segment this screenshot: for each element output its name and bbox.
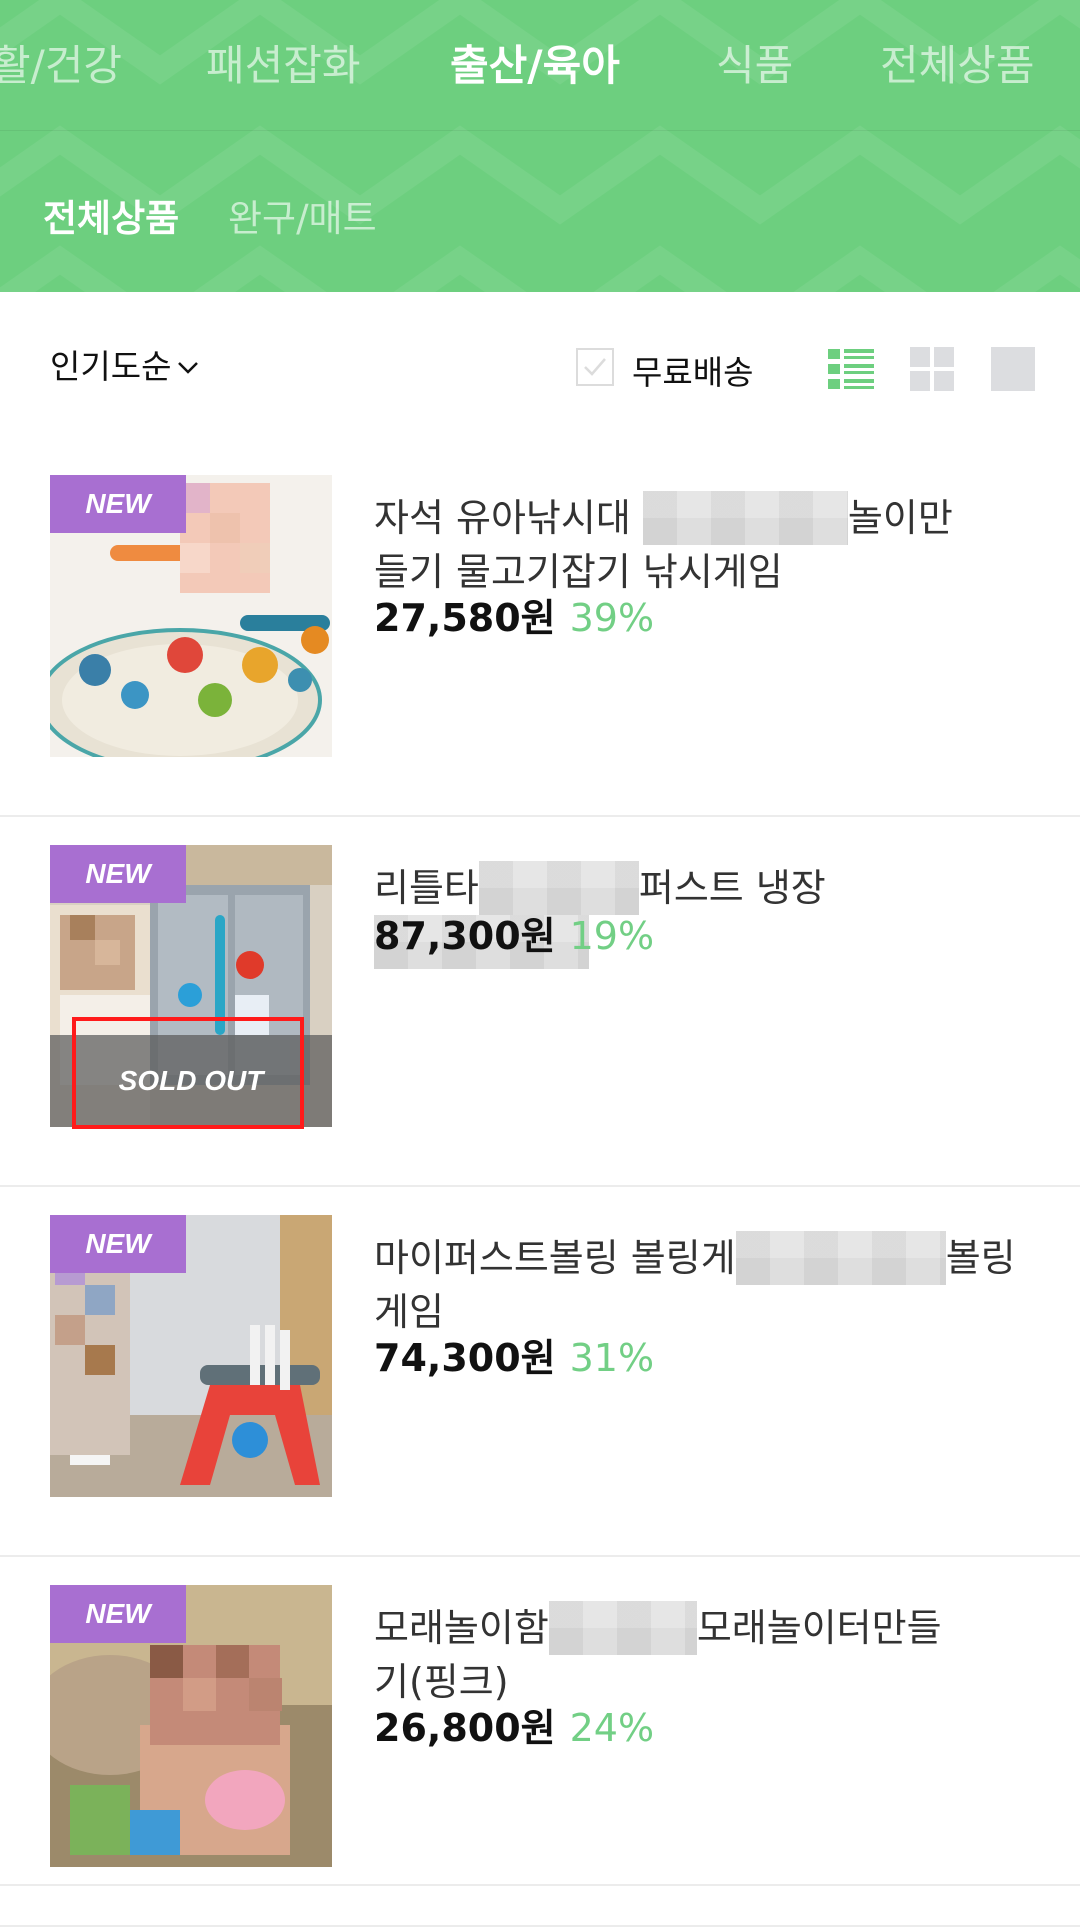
tab-all-products[interactable]: 전체상품 (880, 32, 1035, 93)
product-price: 26,800원 (374, 1706, 556, 1750)
tab-health[interactable]: 활/건강 (0, 32, 122, 93)
product-title-part: 리틀타 (374, 866, 479, 910)
redacted-text (548, 1601, 697, 1655)
product-title-part: 퍼스트 냉장 (638, 866, 826, 910)
new-badge: NEW (50, 845, 186, 903)
product-title[interactable]: 자석 유아낚시대 놀이만 들기 물고기잡기 낚시게임 (374, 491, 1024, 599)
product-price-row: 27,580원 39% (374, 587, 654, 642)
product-discount: 19% (569, 914, 655, 958)
product-title-part: 마이퍼스트볼링 볼링게 (374, 1236, 736, 1280)
product-price-row: 74,300원 31% (374, 1327, 654, 1382)
product-item[interactable]: NEW SOLD OUT 리틀타 퍼스트 냉장 87,300원 19% (0, 817, 1080, 1187)
product-item[interactable]: NEW 자석 유아낚시대 놀이만 들기 물고기잡기 낚시게임 27,580원 39… (0, 447, 1080, 817)
tab-baby[interactable]: 출산/육아 (450, 32, 620, 93)
product-image[interactable]: NEW (50, 475, 332, 757)
new-badge: NEW (50, 1585, 186, 1643)
product-image[interactable]: NEW (50, 1585, 332, 1867)
product-title[interactable]: 모래놀이함 모래놀이터만들 기(핑크) (374, 1601, 1024, 1709)
subtab-toys-mats[interactable]: 완구/매트 (228, 188, 377, 242)
sort-label: 인기도순 (50, 347, 172, 386)
sold-out-overlay: SOLD OUT (50, 1035, 332, 1127)
product-image[interactable]: NEW SOLD OUT (50, 845, 332, 1127)
sub-category-tabs: 전체상품 완구/매트 (0, 130, 1080, 292)
product-price: 27,580원 (374, 596, 556, 640)
product-title[interactable]: 마이퍼스트볼링 볼링게 볼링 게임 (374, 1231, 1024, 1339)
check-icon (584, 358, 606, 376)
product-price: 87,300원 (374, 914, 556, 958)
product-discount: 39% (569, 596, 655, 640)
product-title-part: 자석 유아낚시대 (374, 496, 631, 540)
chevron-down-icon (177, 356, 199, 381)
product-image[interactable]: NEW (50, 1215, 332, 1497)
product-price-row: 26,800원 24% (374, 1697, 654, 1752)
category-tabs: 활/건강 패션잡화 출산/육아 식품 전체상품 (0, 0, 1080, 131)
free-shipping-label: 무료배송 (632, 353, 754, 392)
product-title-part: 놀이만 (847, 496, 953, 540)
sort-dropdown[interactable]: 인기도순 (50, 340, 199, 388)
tab-food[interactable]: 식품 (716, 32, 793, 93)
grid-view-icon[interactable] (910, 347, 956, 391)
list-view-icon[interactable] (828, 347, 874, 391)
free-shipping-checkbox[interactable] (576, 348, 614, 386)
redacted-text (735, 1231, 946, 1285)
product-discount: 24% (569, 1706, 655, 1750)
product-title-part: 볼링 (945, 1236, 1016, 1280)
header: 활/건강 패션잡화 출산/육아 식품 전체상품 전체상품 완구/매트 (0, 0, 1080, 292)
single-view-icon[interactable] (991, 347, 1037, 391)
product-discount: 31% (569, 1336, 655, 1380)
list-toolbar: 인기도순 무료배송 (0, 292, 1080, 447)
product-title-part: 모래놀이터만들 (696, 1606, 942, 1650)
product-price-row: 87,300원 19% (374, 905, 654, 960)
tab-fashion-goods[interactable]: 패션잡화 (206, 32, 361, 93)
product-title-part: 모래놀이함 (374, 1606, 549, 1650)
product-price: 74,300원 (374, 1336, 556, 1380)
new-badge: NEW (50, 1215, 186, 1273)
new-badge: NEW (50, 475, 186, 533)
product-item[interactable]: NEW 마이퍼스트볼링 볼링게 볼링 게임 74,300원 31% (0, 1187, 1080, 1557)
divider (0, 1884, 1080, 1886)
subtab-all-products[interactable]: 전체상품 (43, 188, 179, 242)
product-item[interactable]: NEW 모래놀이함 모래놀이터만들 기(핑크) 26,800원 24% (0, 1557, 1080, 1927)
redacted-text (642, 491, 848, 545)
